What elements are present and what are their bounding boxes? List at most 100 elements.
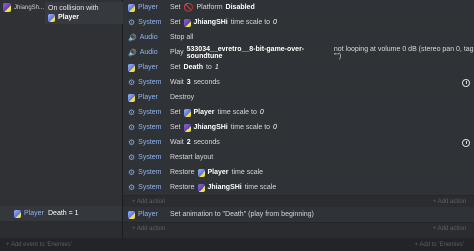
action-object: ⚙ System bbox=[123, 123, 164, 132]
action-text-part: Stop all bbox=[170, 34, 194, 41]
action-text-part: 0 bbox=[259, 109, 264, 116]
action-text-part: time scale to bbox=[230, 19, 271, 26]
action-object: Player bbox=[123, 93, 164, 102]
condition-object: Player bbox=[0, 209, 48, 218]
action-text: Set Player time scale to 0 bbox=[164, 108, 474, 117]
action-row[interactable]: Player Set Death to 1 bbox=[123, 60, 474, 76]
conditions-column: JhiangSh... On collision with Player Pla… bbox=[0, 0, 127, 251]
add-action-link-2[interactable]: + Add action + Add action bbox=[123, 223, 474, 235]
player-sprite-icon bbox=[14, 209, 21, 218]
gear-icon: ⚙ bbox=[128, 78, 136, 87]
action-text-part: Set bbox=[170, 64, 181, 71]
action-text-part: Destroy bbox=[170, 94, 195, 101]
action-text-part: JhiangSHi bbox=[193, 19, 228, 26]
action-object-label: System bbox=[138, 139, 162, 146]
action-row[interactable]: ⚙ System Set JhiangSHi time scale to 0 bbox=[123, 15, 474, 31]
action-row[interactable]: ⚙ System Wait 2 seconds bbox=[123, 135, 474, 151]
action-row[interactable]: 🔊 Audio Play 533034__evretro__8-bit-game-ov… bbox=[123, 45, 474, 61]
action-row[interactable]: Player Set 🚫 Platform Disabled bbox=[123, 0, 474, 16]
action-text: Wait 2 seconds bbox=[164, 139, 474, 146]
action-object: ⚙ System bbox=[123, 153, 164, 162]
add-event-link[interactable]: + Add event to 'Enemies' bbox=[0, 242, 72, 248]
action-text: Restore Player time scale bbox=[164, 168, 474, 177]
action-row-set-animation[interactable]: Player Set animation to "Death" (play fr… bbox=[123, 207, 474, 223]
action-text: Wait 3 seconds bbox=[164, 79, 474, 86]
action-row[interactable]: ⚙ System Restart layout bbox=[123, 150, 474, 166]
action-text-part: Play bbox=[170, 49, 184, 56]
action-row[interactable]: Player Destroy bbox=[123, 90, 474, 106]
action-text-part: Death bbox=[183, 64, 203, 71]
action-object-label: System bbox=[138, 154, 162, 161]
speaker-icon: 🔊 bbox=[128, 49, 137, 57]
action-text-part: Player bbox=[193, 109, 215, 116]
action-text-part: seconds bbox=[193, 139, 220, 146]
gear-icon: ⚙ bbox=[128, 18, 136, 27]
action-text-part: 3 bbox=[186, 79, 191, 86]
action-row[interactable]: ⚙ System Restore Player time scale bbox=[123, 165, 474, 181]
player-sprite-icon bbox=[128, 63, 135, 72]
action-row[interactable]: 🔊 Audio Stop all bbox=[123, 30, 474, 46]
action-row[interactable]: ⚙ System Restore JhiangSHi time scale bbox=[123, 180, 474, 196]
action-object-label: System bbox=[138, 169, 162, 176]
action-row[interactable]: ⚙ System Wait 3 seconds bbox=[123, 75, 474, 91]
action-object-label: Player bbox=[138, 94, 158, 101]
action-text-part: time scale bbox=[231, 169, 264, 176]
gear-icon: ⚙ bbox=[128, 123, 136, 132]
timer-icon bbox=[462, 138, 470, 147]
player-sprite-icon bbox=[183, 108, 191, 117]
player-sprite-icon bbox=[128, 93, 135, 102]
action-object-label: System bbox=[138, 19, 162, 26]
action-object: ⚙ System bbox=[123, 108, 164, 117]
action-text-part: Player bbox=[207, 169, 229, 176]
action-text-part: Wait bbox=[170, 79, 184, 86]
action-object: 🔊 Audio bbox=[123, 49, 164, 57]
action-row[interactable]: ⚙ System Set JhiangSHi time scale to 0 bbox=[123, 120, 474, 136]
action-object-label: System bbox=[138, 109, 162, 116]
action-text: Play 533034__evretro__8-bit-game-over-sou… bbox=[164, 46, 474, 60]
event-object[interactable]: JhiangSh... bbox=[3, 3, 44, 12]
action-text-part: Restore bbox=[170, 169, 195, 176]
action-text-part: Restart layout bbox=[170, 154, 214, 161]
player-sprite-icon bbox=[128, 210, 135, 219]
add-to-link[interactable]: + Add to 'Enemies' bbox=[415, 242, 465, 248]
player-sprite-icon bbox=[197, 168, 205, 177]
action-text: Set JhiangSHi time scale to 0 bbox=[164, 123, 474, 132]
action-object: Player bbox=[123, 3, 164, 12]
action-text-part: Restore bbox=[170, 184, 195, 191]
action-text: Restart layout bbox=[164, 154, 474, 161]
gear-icon: ⚙ bbox=[128, 168, 136, 177]
jhiangshi-sprite-icon bbox=[3, 3, 11, 12]
speaker-icon: 🔊 bbox=[128, 34, 137, 42]
platform-icon: 🚫 bbox=[183, 3, 194, 12]
action-text-part: Set bbox=[170, 19, 181, 26]
action-text: Restore JhiangSHi time scale bbox=[164, 183, 474, 192]
action-text: Set 🚫 Platform Disabled bbox=[164, 3, 474, 12]
jhiangshi-sprite-icon bbox=[183, 18, 191, 27]
condition-on-collision[interactable]: On collision with Player bbox=[45, 2, 127, 24]
action-text-part: 0 bbox=[273, 19, 277, 26]
action-object-label: Player bbox=[138, 4, 158, 11]
action-text-part: JhiangSHi bbox=[193, 124, 228, 131]
bottom-add-event-bar: + Add event to 'Enemies' + Add to 'Enemi… bbox=[0, 238, 474, 251]
gear-icon: ⚙ bbox=[128, 153, 136, 162]
action-object: ⚙ System bbox=[123, 138, 164, 147]
action-object-label: System bbox=[138, 124, 162, 131]
action-row[interactable]: ⚙ System Set Player time scale to 0 bbox=[123, 105, 474, 121]
jhiangshi-sprite-icon bbox=[197, 183, 205, 192]
event-block-collision[interactable]: JhiangSh... On collision with Player bbox=[0, 0, 127, 206]
player-sprite-icon bbox=[128, 3, 135, 12]
action-object-label: Audio bbox=[139, 34, 158, 41]
action-object-label: System bbox=[138, 79, 162, 86]
action-text: Set Death to 1 bbox=[164, 64, 474, 71]
actions-column: Player Set 🚫 Platform Disabled ⚙ System Set Jhia… bbox=[123, 0, 474, 251]
action-text-part: seconds bbox=[193, 79, 220, 86]
action-object-label: Player bbox=[138, 64, 158, 71]
action-text-part: Set bbox=[170, 4, 181, 11]
condition-death-equals[interactable]: Player Death = 1 bbox=[0, 206, 122, 221]
action-text-part: 533034__evretro__8-bit-game-over-soundtu… bbox=[186, 45, 305, 60]
action-text-part: 1 bbox=[214, 64, 219, 71]
action-object: Player bbox=[123, 63, 164, 72]
action-object: ⚙ System bbox=[123, 18, 164, 27]
action-object-label: Audio bbox=[139, 49, 158, 56]
action-text-part: Disabled bbox=[225, 4, 255, 11]
